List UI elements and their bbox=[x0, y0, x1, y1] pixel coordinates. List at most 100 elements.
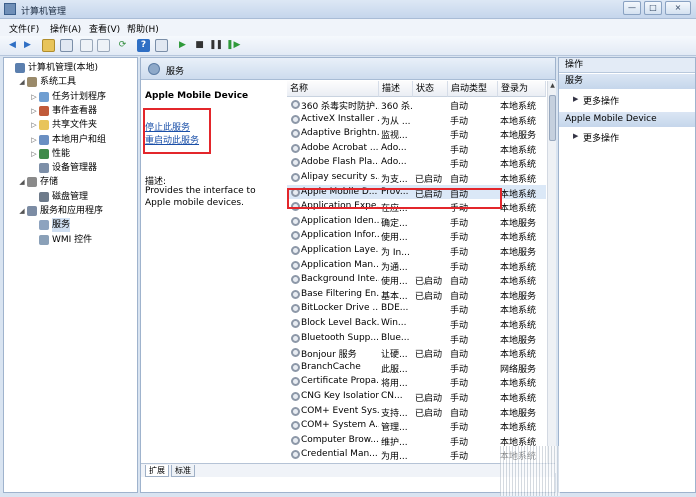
more-actions-services[interactable]: 更多操作 bbox=[583, 94, 619, 107]
export-list-icon[interactable] bbox=[97, 39, 110, 52]
help-icon[interactable]: ? bbox=[137, 39, 150, 52]
storage-icon bbox=[27, 177, 37, 188]
service-name: COM+ System A... bbox=[301, 420, 379, 431]
table-row[interactable]: Bonjour 服务 让硬... 已启动 自动 本地系统 bbox=[287, 345, 546, 360]
table-row[interactable]: BranchCache 此服... 手动 网络服务 bbox=[287, 360, 546, 375]
service-gear-icon bbox=[291, 348, 300, 358]
column-header-startup-type[interactable]: 启动类型 bbox=[448, 81, 498, 97]
table-row[interactable]: Background Inte... 使用... 已启动 自动 本地系统 bbox=[287, 272, 546, 287]
table-row[interactable]: Block Level Back... Win... 手动 本地系统 bbox=[287, 316, 546, 331]
table-row[interactable]: 360 杀毒实时防护...360 杀... 自动 本地系统 bbox=[287, 97, 546, 112]
properties-icon[interactable] bbox=[80, 39, 93, 52]
service-logon-as: 本地服务 bbox=[500, 335, 537, 346]
menu-help[interactable]: 帮助(H) bbox=[127, 22, 159, 35]
table-row[interactable]: Alipay security s... 为支... 已启动 自动 本地系统 bbox=[287, 170, 546, 185]
menu-action[interactable]: 操作(A) bbox=[50, 22, 81, 35]
service-description: 确定... bbox=[381, 218, 408, 229]
table-row[interactable]: CNG Key Isolation CN... 已启动 手动 本地系统 bbox=[287, 389, 546, 404]
table-row[interactable]: Adaptive Brightn... 监视... 手动 本地服务 bbox=[287, 126, 546, 141]
up-folder-icon[interactable] bbox=[42, 39, 55, 52]
table-row[interactable]: Adobe Acrobat ... Ado... 手动 本地系统 bbox=[287, 141, 546, 156]
actions-group-services[interactable]: 服务 bbox=[559, 74, 695, 89]
show-tree-icon[interactable] bbox=[60, 39, 73, 52]
service-description: 管理... bbox=[381, 423, 408, 434]
tab-standard[interactable]: 标准 bbox=[171, 465, 195, 477]
column-header-name[interactable]: 名称 bbox=[287, 81, 379, 97]
table-row[interactable]: BitLocker Drive ... BDE... 手动 本地系统 bbox=[287, 301, 546, 316]
table-row[interactable]: Certificate Propa... 将用... 手动 本地系统 bbox=[287, 374, 546, 389]
pause-service-icon[interactable]: ❚❚ bbox=[209, 39, 223, 52]
service-name: COM+ Event Sys... bbox=[301, 405, 379, 416]
close-button[interactable]: × bbox=[665, 1, 691, 15]
maximize-button[interactable]: □ bbox=[644, 1, 662, 15]
service-status: 已启动 bbox=[415, 291, 443, 302]
actions-group-apple-mobile-device[interactable]: Apple Mobile Device bbox=[559, 112, 695, 127]
service-startup-type: 手动 bbox=[450, 218, 469, 229]
toolbar: ◀ ▶ ⟳ ? ▶ ■ ❚❚ ❚▶ bbox=[0, 36, 696, 56]
service-logon-as: 本地系统 bbox=[500, 423, 537, 434]
stop-service-icon[interactable]: ■ bbox=[193, 39, 206, 52]
service-gear-icon bbox=[291, 231, 300, 241]
table-row[interactable]: Application Infor... 使用... 手动 本地系统 bbox=[287, 228, 546, 243]
service-logon-as: 本地系统 bbox=[500, 394, 537, 404]
service-name: Application Infor... bbox=[301, 230, 379, 241]
back-arrow-icon[interactable]: ◀ bbox=[6, 39, 19, 52]
expand-toggle-icon[interactable]: ▷ bbox=[30, 90, 38, 104]
table-row[interactable]: Base Filtering En... 基本... 已启动 自动 本地服务 bbox=[287, 287, 546, 302]
expand-toggle-icon[interactable]: ▷ bbox=[30, 133, 38, 147]
service-description: CN... bbox=[381, 391, 403, 401]
table-row[interactable]: Application Laye... 为 In... 手动 本地服务 bbox=[287, 243, 546, 258]
table-row[interactable]: COM+ Event Sys... 支持... 已启动 自动 本地服务 bbox=[287, 404, 546, 419]
services-header-title: 服务 bbox=[166, 67, 185, 77]
service-startup-type: 手动 bbox=[450, 116, 469, 127]
tree-item-label: 计算机管理(本地) bbox=[28, 63, 99, 73]
column-header-status[interactable]: 状态 bbox=[413, 81, 448, 97]
service-startup-type: 手动 bbox=[450, 423, 469, 434]
menu-view[interactable]: 查看(V) bbox=[89, 22, 120, 35]
tree-item-label: 设备管理器 bbox=[52, 163, 98, 174]
table-row[interactable]: Application Iden... 确定... 手动 本地服务 bbox=[287, 214, 546, 229]
expand-toggle-icon[interactable]: ◢ bbox=[18, 175, 26, 189]
services-scrollbar[interactable]: ▲ ▼ bbox=[547, 81, 556, 473]
service-logon-as: 本地系统 bbox=[500, 262, 537, 273]
service-name: Credential Man... bbox=[301, 449, 378, 460]
title-bar: 计算机管理 — □ × bbox=[0, 0, 696, 19]
table-row[interactable]: COM+ System A... 管理... 手动 本地系统 bbox=[287, 418, 546, 433]
tab-extended[interactable]: 扩展 bbox=[145, 465, 169, 477]
service-gear-icon bbox=[291, 143, 300, 153]
column-header-description[interactable]: 描述 bbox=[379, 81, 413, 97]
table-row[interactable]: Bluetooth Supp... Blue... 手动 本地服务 bbox=[287, 331, 546, 346]
expand-toggle-icon[interactable]: ◢ bbox=[18, 204, 26, 218]
service-name: BitLocker Drive ... bbox=[301, 303, 379, 314]
menu-file[interactable]: 文件(F) bbox=[9, 22, 39, 35]
service-startup-type: 手动 bbox=[450, 379, 469, 390]
service-status: 已启动 bbox=[415, 394, 443, 404]
view-toggle-icon[interactable] bbox=[155, 39, 168, 52]
more-actions-apple-mobile-device[interactable]: 更多操作 bbox=[583, 131, 619, 144]
service-description: Blue... bbox=[381, 332, 410, 343]
expand-toggle-icon[interactable]: ▷ bbox=[30, 118, 38, 132]
wmi-icon bbox=[39, 234, 49, 245]
service-startup-type: 手动 bbox=[450, 145, 469, 156]
table-row[interactable]: Application Man... 为通... 手动 本地系统 bbox=[287, 258, 546, 273]
service-logon-as: 本地服务 bbox=[500, 291, 537, 302]
start-service-icon[interactable]: ▶ bbox=[176, 39, 189, 52]
tools-icon bbox=[27, 77, 37, 88]
table-row[interactable]: Adobe Flash Pla... Ado... 手动 本地系统 bbox=[287, 155, 546, 170]
tree-item-label: 事件查看器 bbox=[52, 105, 98, 116]
column-header-logon-as[interactable]: 登录为 bbox=[498, 81, 546, 97]
restart-service-icon[interactable]: ❚▶ bbox=[226, 39, 240, 52]
expand-toggle-icon[interactable]: ▷ bbox=[30, 147, 38, 161]
scroll-thumb[interactable] bbox=[549, 95, 556, 141]
service-startup-type: 自动 bbox=[450, 350, 469, 361]
service-logon-as: 本地服务 bbox=[500, 248, 537, 258]
expand-toggle-icon[interactable]: ◢ bbox=[18, 75, 26, 89]
refresh-icon[interactable]: ⟳ bbox=[116, 39, 129, 52]
service-name: ActiveX Installer ... bbox=[301, 113, 379, 124]
minimize-button[interactable]: — bbox=[623, 1, 641, 15]
forward-arrow-icon[interactable]: ▶ bbox=[21, 39, 34, 52]
table-row[interactable]: ActiveX Installer ... 为从 ... 手动 本地系统 bbox=[287, 112, 546, 127]
expand-toggle-icon[interactable]: ▷ bbox=[30, 104, 38, 118]
service-startup-type: 自动 bbox=[450, 408, 469, 419]
service-gear-icon bbox=[291, 173, 300, 182]
